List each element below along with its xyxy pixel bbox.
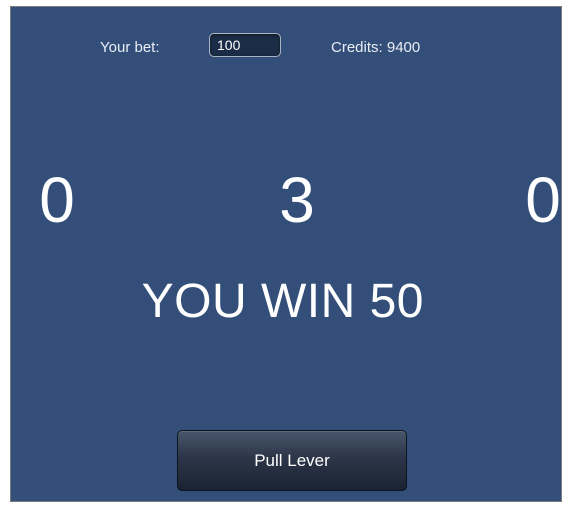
- reel-3-value: 0: [525, 164, 561, 236]
- pull-lever-button[interactable]: Pull Lever: [177, 430, 407, 491]
- result-message: YOU WIN 50: [141, 275, 424, 328]
- bet-input[interactable]: [209, 33, 281, 57]
- bet-label: Your bet:: [100, 39, 160, 56]
- bet-bar: Your bet: Credits: 9400: [11, 33, 561, 63]
- slot-machine-panel: Your bet: Credits: 9400 0 3 0 YOU WIN 50…: [10, 6, 562, 502]
- reel-1-value: 0: [39, 164, 75, 236]
- credits-display: Credits: 9400: [331, 39, 421, 56]
- reel-2-value: 3: [279, 164, 315, 236]
